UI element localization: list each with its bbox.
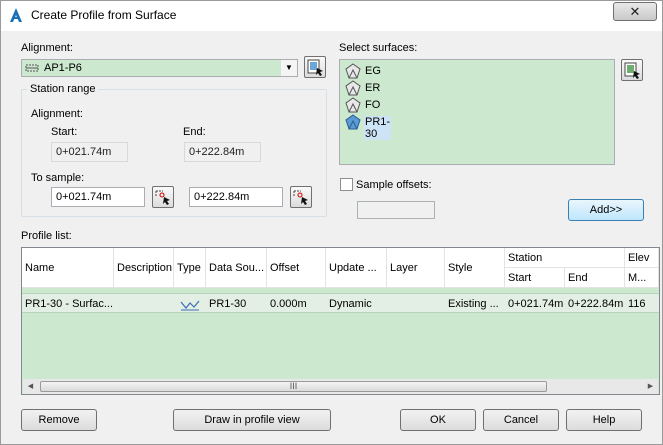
- surface-item-label: FO: [365, 99, 381, 111]
- column-header-update-mode[interactable]: Update ...: [326, 248, 387, 288]
- pick-surface-button[interactable]: [621, 59, 643, 81]
- pick-sample-start-button[interactable]: [152, 186, 174, 208]
- surface-icon: [345, 63, 361, 79]
- scrollbar-thumb[interactable]: III: [40, 381, 547, 392]
- column-header-type[interactable]: Type: [174, 248, 206, 288]
- pick-from-drawing-icon: [307, 59, 323, 76]
- remove-button[interactable]: Remove: [21, 409, 97, 431]
- column-header-data-source[interactable]: Data Sou...: [206, 248, 267, 288]
- column-header-name[interactable]: Name: [22, 248, 114, 288]
- sample-offsets-input: [357, 201, 435, 219]
- start-label: Start:: [51, 126, 78, 138]
- pick-station-icon: [293, 190, 308, 205]
- column-header-station-start[interactable]: Start: [505, 268, 565, 288]
- surfaces-list[interactable]: EG ER FO PR1-30: [339, 59, 615, 165]
- sample-offsets-checkbox[interactable]: [340, 178, 353, 191]
- row-style-cell[interactable]: Existing ...: [445, 295, 505, 313]
- alignment-end-value: 0+222.84m: [184, 142, 261, 162]
- end-label: End:: [183, 126, 206, 138]
- surface-item-label: ER: [365, 82, 381, 94]
- title-bar: Create Profile from Surface ✕: [1, 1, 662, 31]
- create-profile-dialog: Create Profile from Surface ✕ Alignment:…: [0, 0, 663, 445]
- column-header-style[interactable]: Style: [445, 248, 505, 288]
- row-offset-cell: 0.000m: [270, 298, 307, 310]
- chevron-left-icon[interactable]: ◀: [23, 379, 38, 394]
- close-icon: ✕: [629, 4, 641, 19]
- row-name-cell[interactable]: PR1-30 - Surfac...: [22, 295, 114, 313]
- sample-start-input[interactable]: 0+021.74m: [51, 187, 145, 207]
- alignment-start-value: 0+021.74m: [51, 142, 128, 162]
- chevron-down-icon[interactable]: ▼: [281, 60, 297, 76]
- autocad-app-icon: [10, 8, 22, 22]
- cancel-button[interactable]: Cancel: [483, 409, 559, 431]
- horizontal-scrollbar[interactable]: ◀ III ▶: [23, 379, 658, 394]
- surface-item-label: PR1-30: [364, 116, 392, 140]
- column-header-station: Station: [505, 248, 625, 268]
- column-header-layer[interactable]: Layer: [387, 248, 445, 288]
- profile-list-label: Profile list:: [21, 230, 72, 242]
- row-layer-cell[interactable]: [387, 295, 445, 313]
- profile-line-icon: [180, 300, 200, 311]
- row-update-mode-cell[interactable]: Dynamic: [326, 295, 387, 313]
- surface-item-label: EG: [365, 65, 381, 77]
- add-button[interactable]: Add>>: [568, 199, 644, 221]
- row-type-cell: [174, 295, 206, 313]
- row-elevation-min-cell: 116: [628, 298, 646, 310]
- row-station-end-cell: 0+222.84m: [568, 298, 624, 310]
- alignment-combobox[interactable]: AP1-P6 ▼: [21, 59, 298, 77]
- ok-button[interactable]: OK: [400, 409, 476, 431]
- sample-end-input[interactable]: 0+222.84m: [189, 187, 283, 207]
- surface-icon: [345, 80, 361, 96]
- row-description-cell[interactable]: [114, 295, 174, 313]
- profile-list-grid[interactable]: Name Description Type Data Sou... Offset…: [21, 247, 660, 395]
- row-station-start-cell: 0+021.74m: [508, 298, 564, 310]
- close-button[interactable]: ✕: [613, 2, 657, 21]
- row-data-source-cell: PR1-30: [209, 298, 247, 310]
- help-button[interactable]: Help: [566, 409, 642, 431]
- pick-from-drawing-icon: [624, 62, 640, 79]
- column-header-elevation-min[interactable]: M...: [625, 268, 659, 288]
- pick-station-icon: [155, 190, 170, 205]
- station-range-title: Station range: [27, 83, 99, 95]
- scrollbar-grip: III: [289, 381, 298, 391]
- alignment-label: Alignment:: [21, 42, 73, 54]
- column-header-elevation: Elev: [625, 248, 659, 268]
- chevron-right-icon[interactable]: ▶: [643, 379, 658, 394]
- column-header-station-end[interactable]: End: [565, 268, 625, 288]
- window-title: Create Profile from Surface: [31, 8, 177, 22]
- column-header-offset[interactable]: Offset: [267, 248, 326, 288]
- select-surfaces-label: Select surfaces:: [339, 42, 418, 54]
- sample-offsets-label: Sample offsets:: [356, 179, 432, 191]
- column-header-description[interactable]: Description: [114, 248, 174, 288]
- station-alignment-label: Alignment:: [31, 108, 83, 120]
- to-sample-label: To sample:: [31, 172, 85, 184]
- pick-alignment-button[interactable]: [304, 56, 326, 78]
- alignment-icon: [25, 64, 39, 72]
- surface-icon: [345, 97, 361, 113]
- pick-sample-end-button[interactable]: [290, 186, 312, 208]
- surface-icon: [345, 114, 361, 130]
- draw-in-profile-view-button[interactable]: Draw in profile view: [173, 409, 331, 431]
- alignment-selected-value: AP1-P6: [44, 62, 82, 74]
